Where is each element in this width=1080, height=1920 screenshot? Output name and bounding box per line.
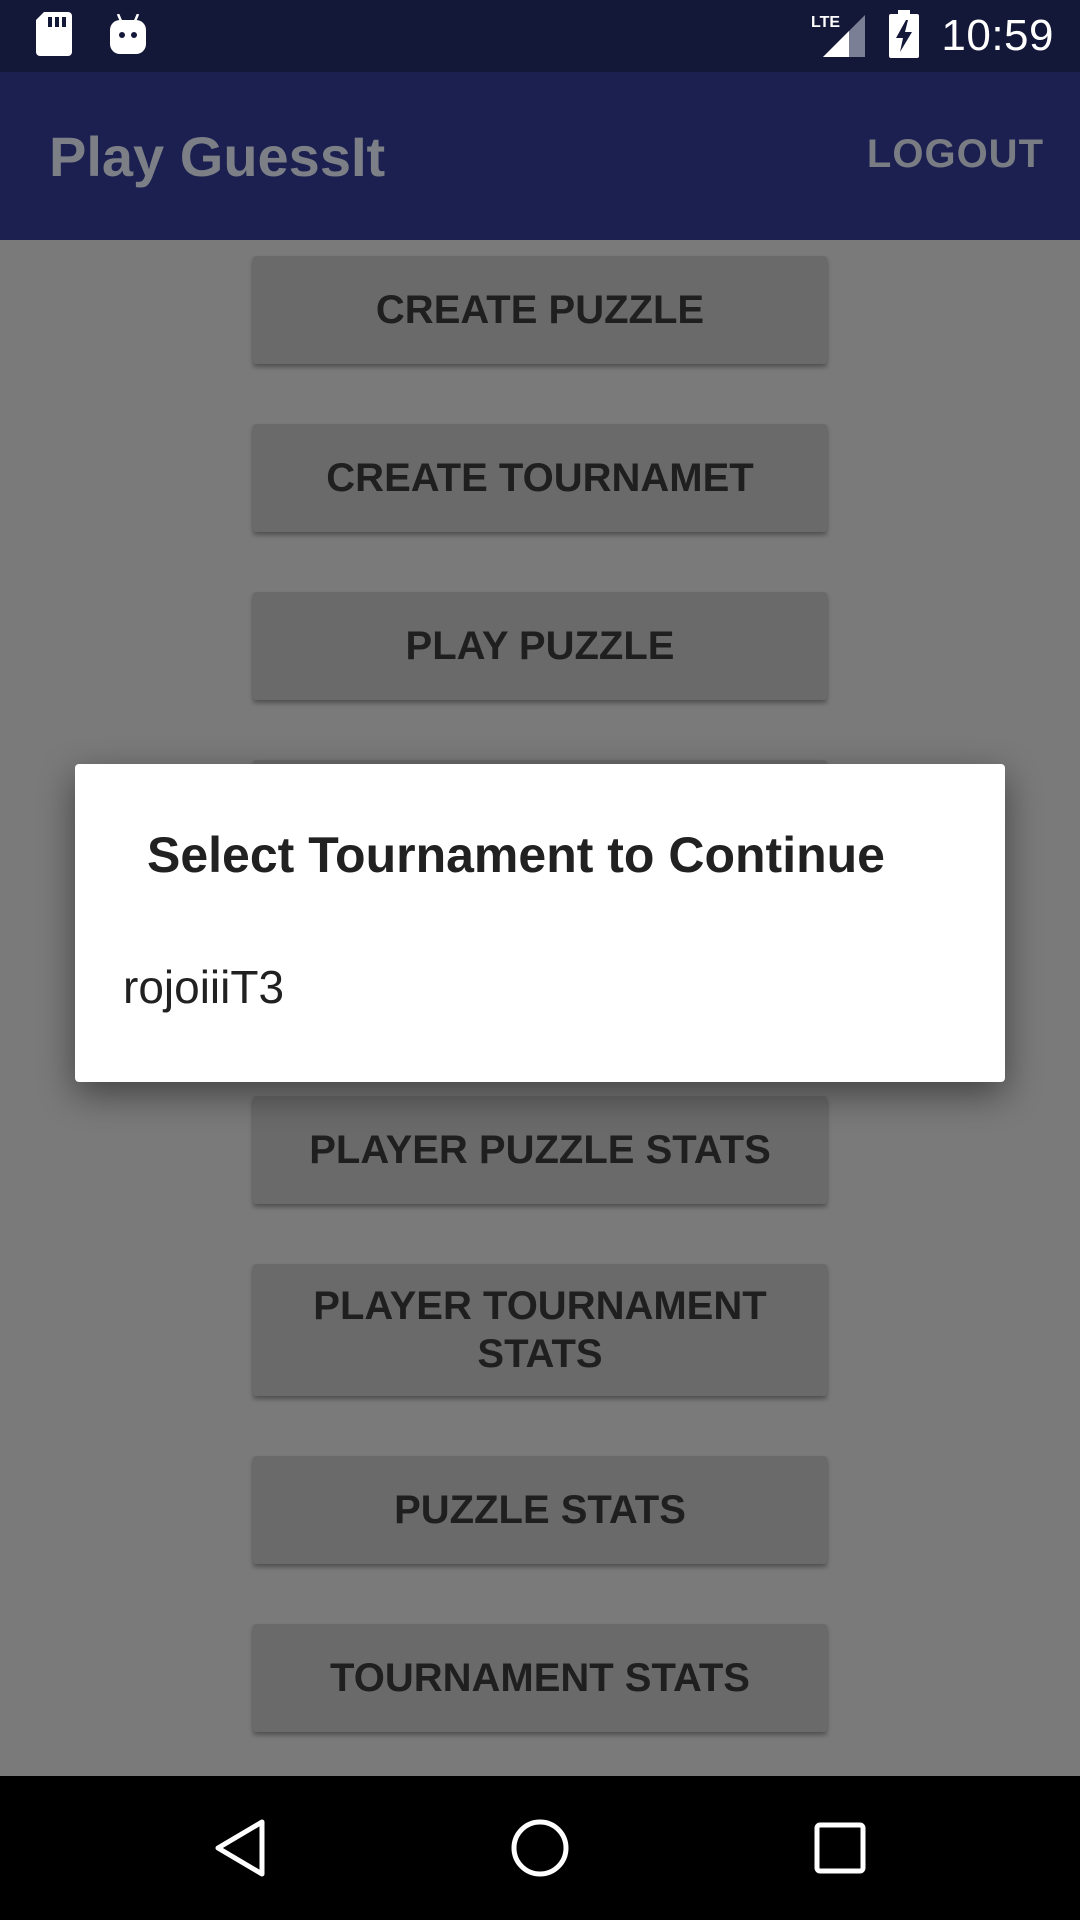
dialog-list-item[interactable]: rojoiiiT3 (123, 960, 284, 1014)
play-puzzle-button[interactable]: PLAY PUZZLE (253, 592, 827, 700)
status-bar-notifications (36, 11, 146, 61)
status-bar: LTE 10:59 (0, 0, 1080, 72)
android-icon (110, 13, 146, 59)
app-bar: Play GuessIt LOGOUT (0, 72, 1080, 240)
select-tournament-dialog: Select Tournament to Continue rojoiiiT3 (75, 764, 1005, 1082)
create-puzzle-button[interactable]: CREATE PUZZLE (253, 256, 827, 364)
logout-button[interactable]: LOGOUT (867, 132, 1044, 177)
create-tournament-button[interactable]: CREATE TOURNAMET (253, 424, 827, 532)
dialog-title: Select Tournament to Continue (147, 827, 885, 883)
battery-charging-icon (889, 9, 920, 63)
status-bar-system: LTE 10:59 (811, 0, 1054, 72)
status-bar-clock: 10:59 (941, 11, 1054, 60)
puzzle-stats-button[interactable]: PUZZLE STATS (253, 1456, 827, 1564)
sd-card-icon (36, 11, 72, 61)
lte-signal-icon: LTE (811, 11, 867, 62)
recents-icon[interactable] (804, 1812, 876, 1884)
player-tournament-stats-button[interactable]: PLAYER TOURNAMENT STATS (253, 1264, 827, 1396)
app-title: Play GuessIt (49, 125, 386, 188)
tournament-stats-button[interactable]: TOURNAMENT STATS (253, 1624, 827, 1732)
back-icon[interactable] (204, 1812, 276, 1884)
player-puzzle-stats-button[interactable]: PLAYER PUZZLE STATS (253, 1096, 827, 1204)
navigation-bar (0, 1776, 1080, 1920)
home-icon[interactable] (504, 1812, 576, 1884)
svg-text:LTE: LTE (811, 14, 840, 31)
